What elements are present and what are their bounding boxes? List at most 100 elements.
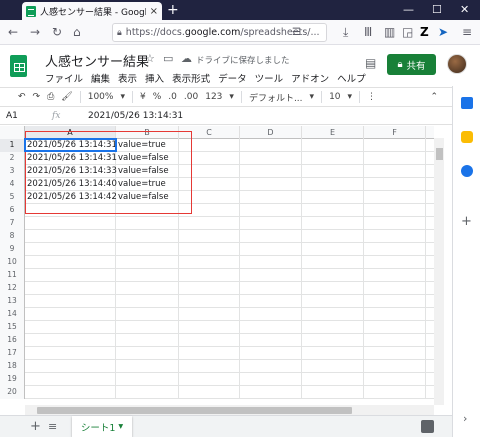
table-cell[interactable] (25, 334, 116, 346)
library-icon[interactable]: Ⅲ (364, 25, 372, 39)
select-all-corner[interactable] (0, 126, 25, 139)
active-cell[interactable]: 2021/05/26 13:14:31 (24, 138, 117, 152)
table-cell[interactable] (179, 282, 240, 294)
table-cell[interactable] (240, 178, 302, 190)
menu-addons[interactable]: アドオン (291, 71, 329, 85)
table-cell[interactable] (302, 204, 364, 216)
table-cell[interactable] (25, 308, 116, 320)
new-tab-button[interactable]: + (167, 2, 179, 18)
add-on-plus-icon[interactable]: + (461, 214, 472, 229)
menu-format[interactable]: 表示形式 (172, 71, 210, 85)
menu-tools[interactable]: ツール (255, 71, 284, 85)
table-cell[interactable] (364, 269, 426, 281)
table-cell[interactable] (426, 178, 434, 190)
table-cell[interactable] (116, 308, 179, 320)
table-cell[interactable] (179, 230, 240, 242)
table-cell[interactable] (179, 321, 240, 333)
table-cell[interactable] (240, 295, 302, 307)
horizontal-scrollbar[interactable] (25, 405, 434, 415)
table-cell[interactable] (240, 217, 302, 229)
star-icon[interactable]: ☆ (145, 52, 155, 65)
table-cell[interactable] (302, 243, 364, 255)
table-cell[interactable] (302, 191, 364, 203)
table-cell[interactable] (302, 256, 364, 268)
row-header[interactable]: 2 (0, 152, 25, 165)
document-title[interactable]: 人感センサー結果 (45, 51, 149, 70)
table-cell[interactable] (116, 386, 179, 398)
explore-icon[interactable] (421, 420, 434, 433)
row-header[interactable]: 7 (0, 217, 25, 230)
table-cell[interactable] (364, 321, 426, 333)
table-cell[interactable] (25, 373, 116, 385)
table-cell[interactable] (302, 321, 364, 333)
table-cell[interactable] (179, 178, 240, 190)
row-header[interactable]: 20 (0, 386, 25, 399)
table-cell[interactable]: 2021/05/26 13:14:33 (25, 165, 117, 177)
table-cell[interactable] (25, 243, 116, 255)
column-header-e[interactable]: E (302, 126, 364, 139)
font-size-select[interactable]: 10 (329, 92, 340, 102)
table-cell[interactable] (426, 308, 434, 320)
row-header[interactable]: 15 (0, 321, 25, 334)
table-cell[interactable] (116, 204, 179, 216)
table-cell[interactable] (426, 347, 434, 359)
table-cell[interactable] (240, 256, 302, 268)
table-cell[interactable] (302, 152, 364, 164)
table-cell[interactable] (240, 321, 302, 333)
table-cell[interactable] (25, 217, 116, 229)
number-format-button[interactable]: 123 (205, 92, 222, 102)
table-cell[interactable]: 2021/05/26 13:14:31 (25, 152, 117, 164)
row-header[interactable]: 8 (0, 230, 25, 243)
table-cell[interactable] (240, 334, 302, 346)
table-cell[interactable] (240, 139, 302, 151)
share-button[interactable]: 🔒︎ 共有 (387, 54, 436, 75)
table-cell[interactable] (179, 360, 240, 372)
zoom-select[interactable]: 100% (88, 92, 114, 102)
table-cell[interactable] (364, 139, 426, 151)
font-select[interactable]: デフォルト... (249, 91, 303, 104)
collapse-menu-icon[interactable]: ⌃ (430, 92, 438, 102)
table-cell[interactable] (116, 230, 179, 242)
table-cell[interactable] (364, 386, 426, 398)
menu-view[interactable]: 表示 (118, 71, 137, 85)
name-box[interactable]: A1 (0, 111, 52, 121)
row-header[interactable]: 13 (0, 295, 25, 308)
table-cell[interactable] (179, 386, 240, 398)
spreadsheet-grid[interactable]: A B C D E F 1 2021/05/26 13:14:31 value=tr… (0, 126, 434, 406)
row-header[interactable]: 11 (0, 269, 25, 282)
table-cell[interactable]: value=false (116, 152, 179, 164)
table-cell[interactable] (116, 282, 179, 294)
table-cell[interactable] (364, 178, 426, 190)
table-cell[interactable] (302, 360, 364, 372)
extension-z-icon[interactable]: Z (420, 25, 429, 39)
table-cell[interactable] (116, 243, 179, 255)
table-cell[interactable] (116, 256, 179, 268)
row-header[interactable]: 1 (0, 139, 25, 152)
comment-history-icon[interactable]: ▤ (365, 56, 376, 70)
screenshot-icon[interactable]: ◲ (402, 25, 413, 39)
table-cell[interactable] (364, 334, 426, 346)
table-cell[interactable] (240, 373, 302, 385)
all-sheets-button[interactable]: ≡ (48, 420, 57, 433)
table-cell[interactable] (364, 152, 426, 164)
keep-icon[interactable] (461, 131, 473, 143)
column-header-c[interactable]: C (179, 126, 240, 139)
table-cell[interactable] (240, 360, 302, 372)
table-cell[interactable] (302, 139, 364, 151)
table-cell[interactable] (179, 269, 240, 281)
move-folder-icon[interactable]: ▭ (163, 52, 173, 65)
table-cell[interactable] (364, 230, 426, 242)
table-cell[interactable] (426, 204, 434, 216)
column-header-a[interactable]: A (25, 126, 116, 139)
table-cell[interactable] (426, 386, 434, 398)
table-cell[interactable] (302, 269, 364, 281)
tab-close-icon[interactable]: × (150, 6, 158, 17)
table-cell[interactable] (426, 360, 434, 372)
table-cell[interactable] (240, 386, 302, 398)
table-cell[interactable] (240, 191, 302, 203)
table-cell[interactable] (116, 347, 179, 359)
table-cell[interactable] (240, 269, 302, 281)
table-cell[interactable] (179, 308, 240, 320)
menu-file[interactable]: ファイル (45, 71, 83, 85)
table-cell[interactable] (179, 256, 240, 268)
